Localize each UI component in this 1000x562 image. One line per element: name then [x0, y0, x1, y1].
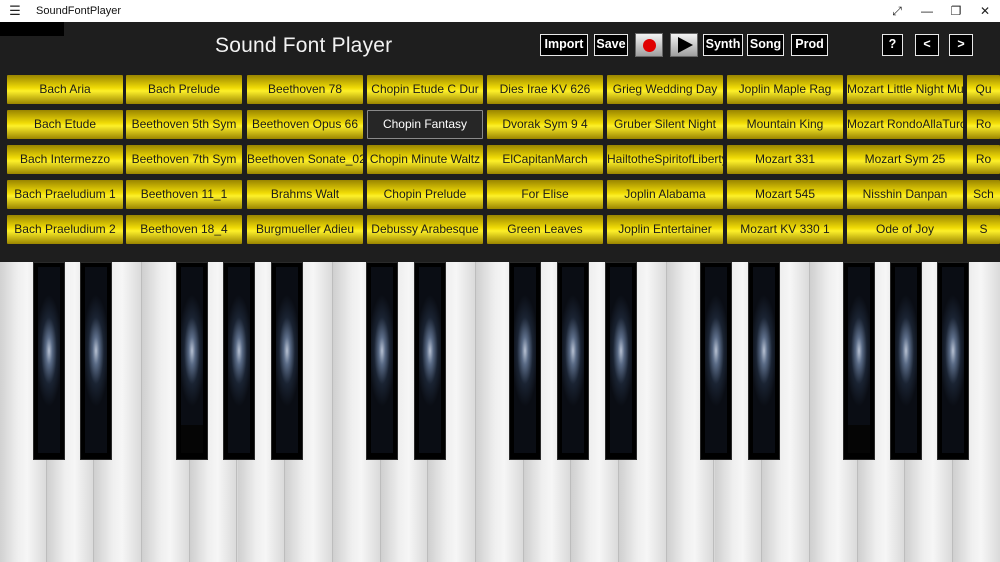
song-button[interactable]: Joplin Maple Rag: [727, 75, 843, 104]
black-key[interactable]: [33, 262, 65, 460]
song-button[interactable]: Ode of Joy: [847, 215, 963, 244]
song-button[interactable]: Ro: [967, 145, 1000, 174]
black-key-surface: [228, 267, 250, 453]
record-button[interactable]: [635, 33, 663, 57]
song-button[interactable]: Debussy Arabesque: [367, 215, 483, 244]
song-button[interactable]: Burgmueller Adieu: [247, 215, 363, 244]
black-key[interactable]: [843, 262, 875, 460]
song-button[interactable]: Bach Praeludium 1: [7, 180, 123, 209]
song-button[interactable]: Nisshin Danpan: [847, 180, 963, 209]
save-button[interactable]: Save: [594, 34, 628, 56]
song-button[interactable]: Chopin Prelude: [367, 180, 483, 209]
song-button[interactable]: Beethoven Opus 66: [247, 110, 363, 139]
piano-keyboard: [0, 262, 1000, 562]
song-button[interactable]: Mozart 331: [727, 145, 843, 174]
song-button[interactable]: Gruber Silent Night: [607, 110, 723, 139]
song-button[interactable]: Mozart Little Night Music: [847, 75, 963, 104]
song-button[interactable]: Bach Intermezzo: [7, 145, 123, 174]
black-key[interactable]: [176, 262, 208, 460]
song-button[interactable]: Joplin Entertainer: [607, 215, 723, 244]
song-button[interactable]: Mozart RondoAllaTurca: [847, 110, 963, 139]
black-key[interactable]: [557, 262, 589, 460]
song-button[interactable]: Green Leaves: [487, 215, 603, 244]
song-button[interactable]: Joplin Alabama: [607, 180, 723, 209]
black-key[interactable]: [700, 262, 732, 460]
song-button[interactable]: ElCapitanMarch: [487, 145, 603, 174]
black-key[interactable]: [605, 262, 637, 460]
song-button[interactable]: Beethoven 18_4: [126, 215, 242, 244]
window-title: SoundFontPlayer: [36, 5, 121, 17]
song-button[interactable]: Beethoven 5th Sym: [126, 110, 242, 139]
black-key[interactable]: [890, 262, 922, 460]
song-button[interactable]: Brahms Walt: [247, 180, 363, 209]
song-button[interactable]: Qu: [967, 75, 1000, 104]
black-key-surface: [942, 267, 964, 453]
page-title: Sound Font Player: [215, 34, 393, 57]
black-key-surface: [371, 267, 393, 453]
black-key-surface: [753, 267, 775, 453]
black-key-surface: [276, 267, 298, 453]
song-button[interactable]: Dvorak Sym 9 4: [487, 110, 603, 139]
song-button[interactable]: S: [967, 215, 1000, 244]
song-button[interactable]: Beethoven 7th Sym: [126, 145, 242, 174]
black-key-shadow: [181, 425, 203, 453]
black-key[interactable]: [748, 262, 780, 460]
prod-button[interactable]: Prod: [791, 34, 828, 56]
record-icon: [643, 39, 656, 52]
song-button[interactable]: Mozart 545: [727, 180, 843, 209]
black-key-surface: [419, 267, 441, 453]
song-button[interactable]: Ro: [967, 110, 1000, 139]
song-button[interactable]: Sch: [967, 180, 1000, 209]
song-button[interactable]: Chopin Minute Waltz: [367, 145, 483, 174]
next-page-button[interactable]: >: [949, 34, 973, 56]
black-key[interactable]: [223, 262, 255, 460]
song-button[interactable]: Chopin Etude C Dur: [367, 75, 483, 104]
black-key[interactable]: [80, 262, 112, 460]
song-button[interactable]: Mozart KV 330 1: [727, 215, 843, 244]
song-button[interactable]: Beethoven Sonate_02: [247, 145, 363, 174]
song-button[interactable]: Bach Etude: [7, 110, 123, 139]
song-button[interactable]: Beethoven 11_1: [126, 180, 242, 209]
song-button[interactable]: Chopin Fantasy: [367, 110, 483, 139]
song-button[interactable]: Mountain King: [727, 110, 843, 139]
song-button[interactable]: Grieg Wedding Day: [607, 75, 723, 104]
black-key[interactable]: [366, 262, 398, 460]
black-key-surface: [38, 267, 60, 453]
song-button[interactable]: Mozart Sym 25: [847, 145, 963, 174]
song-button[interactable]: For Elise: [487, 180, 603, 209]
play-icon: [678, 37, 693, 53]
import-button[interactable]: Import: [540, 34, 588, 56]
black-key-surface: [514, 267, 536, 453]
window-title-bar: ☰ SoundFontPlayer ⤢ — ❐ ✕: [0, 0, 1000, 22]
song-button[interactable]: Bach Praeludium 2: [7, 215, 123, 244]
close-icon[interactable]: ✕: [970, 0, 1000, 22]
black-key-surface: [562, 267, 584, 453]
black-key-surface: [610, 267, 632, 453]
prev-page-button[interactable]: <: [915, 34, 939, 56]
black-key-surface: [895, 267, 917, 453]
song-button[interactable]: Bach Aria: [7, 75, 123, 104]
play-button[interactable]: [670, 33, 698, 57]
black-key[interactable]: [509, 262, 541, 460]
song-button[interactable]: Song: [747, 34, 784, 56]
song-button[interactable]: Dies Irae KV 626: [487, 75, 603, 104]
minimize-icon[interactable]: —: [912, 0, 942, 22]
song-button[interactable]: Beethoven 78: [247, 75, 363, 104]
song-button[interactable]: HailtotheSpiritofLiberty: [607, 145, 723, 174]
fullscreen-icon[interactable]: ⤢: [882, 0, 912, 22]
black-key-shadow: [848, 425, 870, 453]
black-key[interactable]: [414, 262, 446, 460]
black-strip: [0, 22, 64, 36]
maximize-icon[interactable]: ❐: [941, 0, 971, 22]
synth-button[interactable]: Synth: [703, 34, 743, 56]
help-button[interactable]: ?: [882, 34, 903, 56]
black-key[interactable]: [937, 262, 969, 460]
black-key[interactable]: [271, 262, 303, 460]
song-button[interactable]: Bach Prelude: [126, 75, 242, 104]
black-key-surface: [85, 267, 107, 453]
hamburger-icon[interactable]: ☰: [8, 3, 22, 19]
black-key-surface: [705, 267, 727, 453]
